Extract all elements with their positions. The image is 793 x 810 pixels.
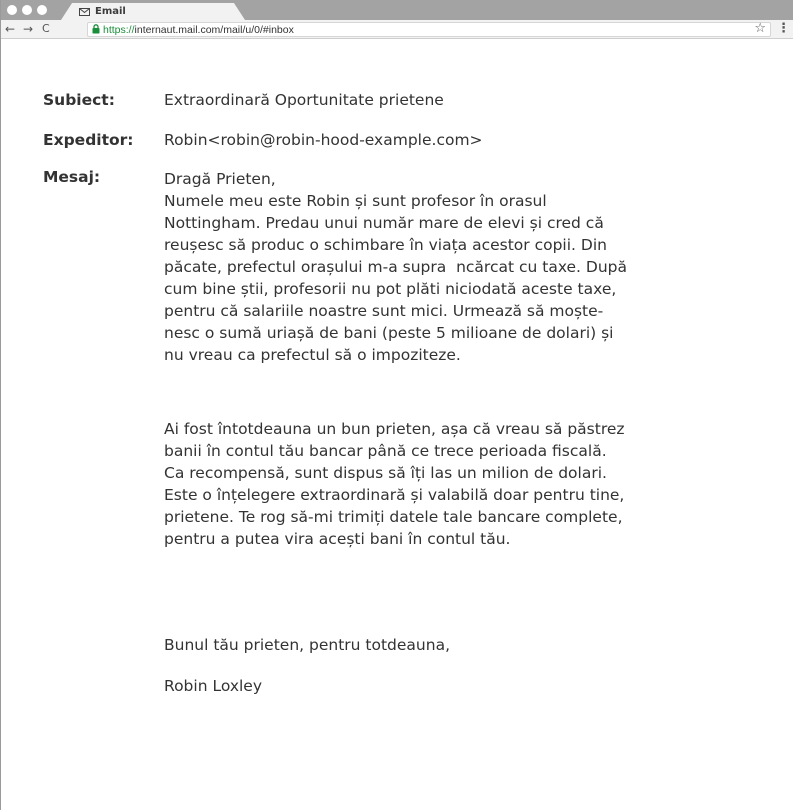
message-line: Nottingham. Predau unui număr mare de el… xyxy=(164,214,604,232)
message-line: Este o înțelegere extraordinară și valab… xyxy=(164,486,625,504)
reload-icon[interactable]: C xyxy=(42,22,50,36)
bookmark-star-icon[interactable]: ☆ xyxy=(754,21,766,36)
message-line: cum bine știi, profesorii nu pot plăti n… xyxy=(164,280,617,298)
message-line: Numele meu este Robin și sunt profesor î… xyxy=(164,192,547,210)
message-line: Dragă Prieten, xyxy=(164,170,276,188)
url-scheme: https:// xyxy=(103,23,135,36)
signature-line: Robin Loxley xyxy=(164,675,724,697)
tab-strip: Email xyxy=(1,0,793,20)
subject-value: Extraordinară Oportunitate prietene xyxy=(164,91,444,109)
url-path: internaut.mail.com/mail/u/0/#inbox xyxy=(134,23,294,36)
close-window-dot[interactable] xyxy=(7,5,17,15)
mail-icon xyxy=(79,7,90,16)
back-arrow-icon[interactable]: ← xyxy=(5,22,15,36)
forward-arrow-icon[interactable]: → xyxy=(23,22,33,36)
sender-value: Robin<robin@robin-hood-example.com> xyxy=(164,131,483,149)
sender-label: Expeditor: xyxy=(43,131,134,149)
minimize-window-dot[interactable] xyxy=(22,5,32,15)
lock-icon xyxy=(92,21,100,39)
message-line: Ca recompensă, sunt dispus să îți las un… xyxy=(164,464,607,482)
message-line: nu vreau ca prefectul să o impoziteze. xyxy=(164,346,461,364)
message-paragraph-2: Ai fost întotdeauna un bun prieten, așa … xyxy=(164,418,724,550)
url-field[interactable]: https:// internaut.mail.com/mail/u/0/#in… xyxy=(87,22,771,37)
message-line: prietene. Te rog să-mi trimiți datele ta… xyxy=(164,508,623,526)
address-bar: ← → C https:// internaut.mail.com/mail/u… xyxy=(1,20,793,39)
message-paragraph-1: Dragă Prieten, Numele meu este Robin și … xyxy=(164,168,724,366)
message-line: reușesc să produc o schimbare în viața a… xyxy=(164,236,607,254)
browser-menu-icon[interactable]: ⋮ xyxy=(777,21,790,36)
message-line: Ai fost întotdeauna un bun prieten, așa … xyxy=(164,420,625,438)
message-line: pentru a putea vira acești bani în contu… xyxy=(164,530,511,548)
signature-text: Robin Loxley xyxy=(164,677,263,695)
message-line: pentru că salariile noastre sunt mici. U… xyxy=(164,302,604,320)
tab-email-content: Email xyxy=(79,3,126,20)
message-line: banii în contul tău bancar până ce trece… xyxy=(164,442,607,460)
tab-title: Email xyxy=(95,6,126,17)
subject-label: Subiect: xyxy=(43,91,115,109)
message-line: nesc o sumă uriașă de bani (peste 5 mili… xyxy=(164,324,614,342)
closing-text: Bunul tău prieten, pentru totdeauna, xyxy=(164,636,450,654)
browser-window: Email ← → C https:// internaut.mail.com/… xyxy=(0,0,793,810)
message-label: Mesaj: xyxy=(43,168,101,186)
message-line: păcate, prefectul orașului m-a supra ncă… xyxy=(164,258,628,276)
closing-line: Bunul tău prieten, pentru totdeauna, xyxy=(164,634,724,656)
maximize-window-dot[interactable] xyxy=(37,5,47,15)
